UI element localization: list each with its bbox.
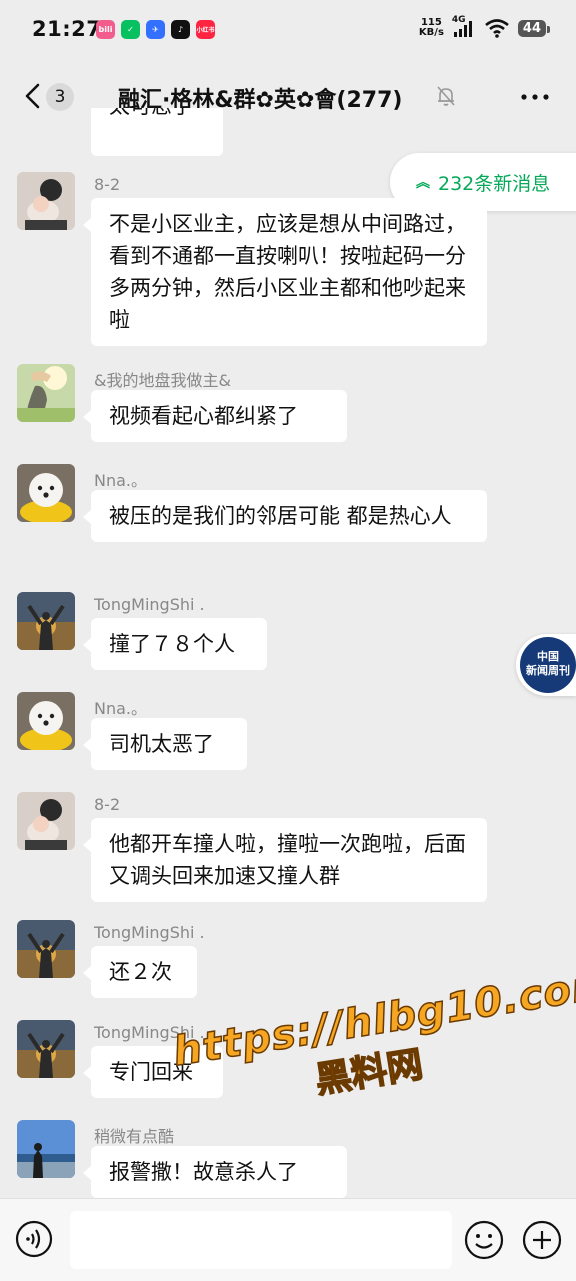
message-bubble[interactable]: 视频看起心都纠紧了 <box>83 390 347 442</box>
double-chevron-up-icon: ︽ <box>416 175 430 191</box>
watermark-name: 黑料网 <box>312 1043 427 1102</box>
add-attachment-icon[interactable] <box>522 1220 562 1260</box>
news-floating-badge[interactable]: 中国 新闻周刊 <box>516 634 576 696</box>
sender-name: &我的地盘我做主& <box>94 371 231 390</box>
sender-name: Nna.。 <box>94 471 148 490</box>
wifi-icon <box>485 19 509 38</box>
unread-count-badge[interactable]: 3 <box>46 83 74 111</box>
message-bubble[interactable]: 报警撒！故意杀人了 <box>83 1146 347 1198</box>
news-logo-icon: 中国 新闻周刊 <box>520 637 576 693</box>
message-bubble[interactable]: 专门回来 <box>83 1046 223 1098</box>
bilibili-icon: bili <box>96 20 115 39</box>
sender-name: 稍微有点酷 <box>94 1127 175 1146</box>
status-indicators: 115 KB/s 4G 44 <box>419 15 551 39</box>
avatar[interactable] <box>17 692 75 750</box>
feishu-icon: ✈ <box>146 20 165 39</box>
message-bubble-partial[interactable]: 太可恶了 <box>91 108 223 156</box>
avatar[interactable] <box>17 364 75 422</box>
sender-name: TongMingShi . <box>94 923 205 942</box>
status-time: 21:27 <box>32 17 102 41</box>
avatar[interactable] <box>17 464 75 522</box>
new-messages-label: 232条新消息 <box>438 172 551 195</box>
network-speed: 115 KB/s <box>419 18 444 38</box>
signal-icon: 4G <box>452 15 476 39</box>
message-bubble[interactable]: 还２次 <box>83 946 197 998</box>
message-input-bar <box>0 1198 576 1281</box>
wechat-icon: ✓ <box>121 20 140 39</box>
message-bubble[interactable]: 撞了７８个人 <box>83 618 267 670</box>
message-bubble[interactable]: 被压的是我们的邻居可能 都是热心人 <box>83 490 487 542</box>
message-text-partial: 太可恶了 <box>109 108 193 120</box>
sender-name: TongMingShi . <box>94 1023 205 1042</box>
tiktok-icon: ♪ <box>171 20 190 39</box>
avatar[interactable] <box>17 1020 75 1078</box>
watermark-url: https://hlbg10.com <box>169 960 576 1077</box>
watermark-overlay: https://hlbg10.com 黑料网 <box>169 960 576 1125</box>
voice-input-icon[interactable] <box>15 1220 53 1258</box>
more-options-icon[interactable] <box>518 82 552 112</box>
sender-name: 8-2 <box>94 795 121 814</box>
avatar[interactable] <box>17 592 75 650</box>
status-bar: 21:27 bili ✓ ✈ ♪ 小红书 115 KB/s 4G 44 <box>0 0 576 62</box>
news-logo-line2: 新闻周刊 <box>526 664 570 677</box>
message-bubble[interactable]: 司机太恶了 <box>83 718 247 770</box>
message-bubble[interactable]: 他都开车撞人啦，撞啦一次跑啦，后面又调头回来加速又撞人群 <box>83 818 487 902</box>
network-speed-unit: KB/s <box>418 27 444 38</box>
avatar[interactable] <box>17 172 75 230</box>
mute-bell-icon <box>437 86 455 106</box>
avatar[interactable] <box>17 792 75 850</box>
chat-header: 3 融汇·格林&群✿英✿會(277) <box>0 62 576 130</box>
status-app-icons: bili ✓ ✈ ♪ 小红书 <box>96 20 215 39</box>
message-bubble[interactable]: 不是小区业主，应该是想从中间路过，看到不通都一直按喇叭！按啦起码一分多两分钟，然… <box>83 198 487 346</box>
sender-name: TongMingShi . <box>94 595 205 614</box>
news-logo-line1: 中国 <box>537 650 559 663</box>
emoji-icon[interactable] <box>464 1220 504 1260</box>
avatar[interactable] <box>17 920 75 978</box>
sender-name: Nna.。 <box>94 699 148 718</box>
battery-indicator: 44 <box>517 19 551 37</box>
avatar[interactable] <box>17 1120 75 1178</box>
sender-name: 8-2 <box>94 175 121 194</box>
xiaohongshu-icon: 小红书 <box>196 20 215 39</box>
message-text-input[interactable] <box>70 1211 452 1269</box>
